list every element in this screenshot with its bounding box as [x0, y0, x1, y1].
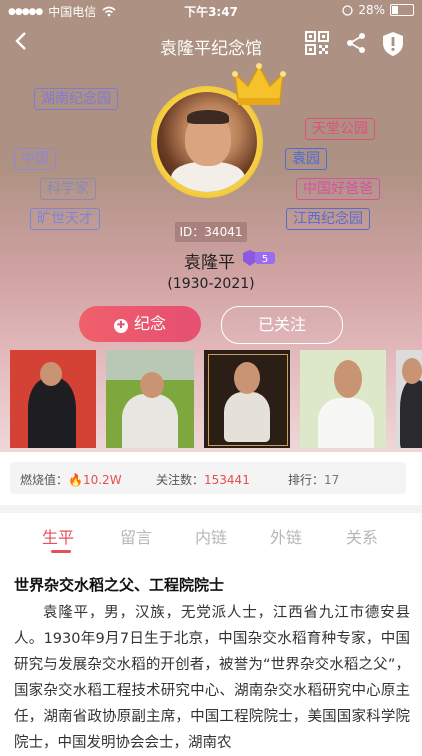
- tag-hunan-memorial[interactable]: 湖南纪念园: [34, 88, 118, 110]
- status-bar: ●●●●● 中国电信 下午3:47 28%: [0, 0, 422, 22]
- photo-thumbnail[interactable]: [106, 350, 194, 448]
- section-divider: [0, 505, 422, 513]
- memorial-label: 纪念: [133, 314, 166, 333]
- photo-thumbnail[interactable]: [204, 350, 290, 448]
- tag-scientist[interactable]: 科学家: [40, 178, 96, 200]
- tag-genius[interactable]: 旷世天才: [30, 208, 100, 230]
- flame-icon: 🔥: [68, 473, 83, 487]
- qr-code-icon[interactable]: [305, 31, 329, 55]
- rank-stat: 排行：17: [288, 473, 340, 487]
- tab-relations[interactable]: 关系: [346, 524, 378, 548]
- tab-external-links[interactable]: 外链: [270, 524, 302, 548]
- memorial-button[interactable]: ✚ 纪念: [79, 306, 201, 342]
- battery-icon: [390, 4, 414, 16]
- bio-title: 世界杂交水稻之父、工程院院士: [14, 576, 225, 594]
- battery-percent: 28%: [358, 3, 385, 17]
- followers-stat: 关注数：153441: [156, 473, 250, 487]
- photo-strip: [0, 350, 422, 448]
- life-years: (1930-2021): [167, 276, 255, 292]
- report-shield-icon[interactable]: [382, 31, 404, 57]
- profile-id: ID：34041: [175, 222, 247, 242]
- bio-text: 袁隆平，男，汉族，无党派人士，江西省九江市德安县人。1930年9月7日生于北京，…: [14, 605, 410, 751]
- burn-stat: 燃烧值：🔥10.2W: [20, 473, 122, 487]
- tab-bar: 生平 留言 内链 外链 关系: [0, 520, 422, 554]
- orientation-lock-icon: [342, 4, 353, 16]
- tag-yuan-garden[interactable]: 袁园: [285, 148, 327, 170]
- stats-bar: 燃烧值：🔥10.2W 关注数：153441 排行：17: [10, 462, 406, 494]
- share-icon[interactable]: [345, 32, 367, 54]
- crown-icon: [232, 63, 286, 105]
- active-tab-indicator: [51, 550, 71, 553]
- photo-thumbnail[interactable]: [396, 350, 422, 448]
- tab-internal-links[interactable]: 内链: [195, 524, 227, 548]
- tab-biography[interactable]: 生平: [42, 524, 74, 548]
- memorial-icon: ✚: [113, 319, 128, 333]
- photo-thumbnail[interactable]: [300, 350, 386, 448]
- profile-name: 袁隆平: [184, 253, 235, 273]
- tag-good-dad[interactable]: 中国好爸爸: [296, 178, 380, 200]
- nav-bar: 袁隆平纪念馆: [0, 28, 422, 60]
- vip-level-badge: 5: [243, 250, 275, 266]
- vip-level: 5: [262, 254, 268, 265]
- follow-button[interactable]: 已关注: [221, 306, 343, 344]
- photo-thumbnail[interactable]: [10, 350, 96, 448]
- tag-china[interactable]: 中国: [14, 148, 56, 170]
- tab-messages[interactable]: 留言: [120, 524, 152, 548]
- tag-jiangxi-memorial[interactable]: 江西纪念园: [286, 208, 370, 230]
- tag-heaven-park[interactable]: 天堂公园: [305, 118, 375, 140]
